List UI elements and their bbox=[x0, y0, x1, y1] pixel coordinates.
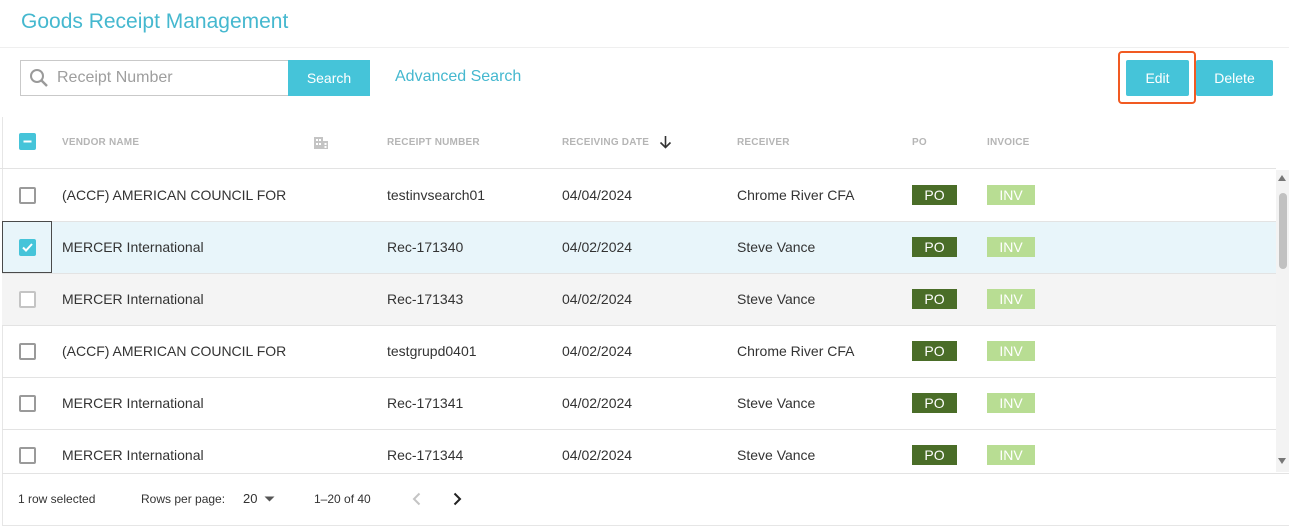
table-row[interactable]: (ACCF) AMERICAN COUNCIL FOR testinvsearc… bbox=[2, 170, 1276, 222]
receiver-cell: Steve Vance bbox=[737, 239, 816, 255]
receiving-date-cell: 04/02/2024 bbox=[562, 343, 633, 359]
row-checkbox[interactable] bbox=[19, 187, 36, 204]
scroll-up-arrow-icon[interactable] bbox=[1278, 175, 1286, 181]
vendor-cell: MERCER International bbox=[62, 291, 204, 307]
page-title: Goods Receipt Management bbox=[21, 10, 289, 33]
po-badge[interactable]: PO bbox=[912, 185, 957, 205]
previous-page-icon[interactable] bbox=[411, 492, 423, 506]
receipt-number-cell: Rec-171340 bbox=[387, 239, 464, 255]
rows-per-page-label: Rows per page: bbox=[141, 492, 226, 506]
vendor-cell: MERCER International bbox=[62, 447, 204, 463]
column-header-invoice[interactable]: INVOICE bbox=[987, 137, 1030, 148]
sort-descending-icon[interactable] bbox=[659, 135, 672, 149]
table-row[interactable]: MERCER International Rec-171341 04/02/20… bbox=[2, 378, 1276, 430]
vendor-cell: (ACCF) AMERICAN COUNCIL FOR bbox=[62, 187, 287, 203]
search-box[interactable] bbox=[20, 60, 289, 96]
vendor-cell: MERCER International bbox=[62, 239, 204, 255]
po-badge[interactable]: PO bbox=[912, 393, 957, 413]
checkbox-focus-outline bbox=[2, 221, 52, 273]
column-header-receiver[interactable]: RECEIVER bbox=[737, 137, 790, 148]
receipt-number-cell: testinvsearch01 bbox=[387, 187, 486, 203]
table-row[interactable]: MERCER International Rec-171344 04/02/20… bbox=[2, 430, 1276, 473]
receiving-date-cell: 04/02/2024 bbox=[562, 395, 633, 411]
column-header-po[interactable]: PO bbox=[912, 137, 927, 148]
receiving-date-cell: 04/02/2024 bbox=[562, 447, 633, 463]
row-checkbox[interactable] bbox=[19, 343, 36, 360]
vendor-cell: MERCER International bbox=[62, 395, 204, 411]
row-checkbox[interactable] bbox=[19, 395, 36, 412]
row-checkbox[interactable] bbox=[19, 291, 36, 308]
indeterminate-icon bbox=[23, 140, 32, 143]
row-checkbox[interactable] bbox=[19, 447, 36, 464]
select-all-checkbox[interactable] bbox=[19, 133, 36, 150]
po-badge[interactable]: PO bbox=[912, 445, 957, 465]
receiver-cell: Steve Vance bbox=[737, 291, 816, 307]
receiver-cell: Chrome River CFA bbox=[737, 343, 855, 359]
search-icon bbox=[30, 69, 48, 87]
receiving-date-cell: 04/04/2024 bbox=[562, 187, 633, 203]
scroll-down-arrow-icon[interactable] bbox=[1278, 458, 1286, 464]
table-row[interactable]: (ACCF) AMERICAN COUNCIL FOR testgrupd040… bbox=[2, 326, 1276, 378]
receiving-date-cell: 04/02/2024 bbox=[562, 239, 633, 255]
po-badge[interactable]: PO bbox=[912, 237, 957, 257]
title-divider bbox=[0, 47, 1289, 48]
invoice-badge[interactable]: INV bbox=[987, 185, 1035, 205]
building-icon[interactable] bbox=[313, 134, 329, 150]
receiver-cell: Steve Vance bbox=[737, 395, 816, 411]
table-row[interactable]: MERCER International Rec-171340 04/02/20… bbox=[2, 222, 1276, 274]
receiver-cell: Steve Vance bbox=[737, 447, 816, 463]
column-header-receipt-number[interactable]: RECEIPT NUMBER bbox=[387, 137, 480, 148]
column-header-receiving-date[interactable]: RECEIVING DATE bbox=[562, 137, 649, 148]
scrollbar-thumb[interactable] bbox=[1279, 193, 1287, 269]
invoice-badge[interactable]: INV bbox=[987, 393, 1035, 413]
next-page-icon[interactable] bbox=[451, 492, 463, 506]
receipt-number-cell: Rec-171344 bbox=[387, 447, 464, 463]
receiving-date-cell: 04/02/2024 bbox=[562, 291, 633, 307]
table-row[interactable]: MERCER International Rec-171343 04/02/20… bbox=[2, 274, 1276, 326]
invoice-badge[interactable]: INV bbox=[987, 445, 1035, 465]
invoice-badge[interactable]: INV bbox=[987, 237, 1035, 257]
receipt-number-cell: testgrupd0401 bbox=[387, 343, 477, 359]
search-button[interactable]: Search bbox=[288, 60, 370, 96]
edit-button[interactable]: Edit bbox=[1126, 60, 1189, 96]
delete-button[interactable]: Delete bbox=[1196, 60, 1273, 96]
receipt-number-cell: Rec-171341 bbox=[387, 395, 464, 411]
rows-per-page-select[interactable]: 20 bbox=[243, 491, 257, 506]
dropdown-arrow-icon[interactable] bbox=[264, 496, 275, 502]
invoice-badge[interactable]: INV bbox=[987, 341, 1035, 361]
column-header-vendor[interactable]: VENDOR NAME bbox=[62, 137, 139, 148]
receipt-number-cell: Rec-171343 bbox=[387, 291, 464, 307]
pagination-range: 1–20 of 40 bbox=[314, 492, 371, 506]
receiver-cell: Chrome River CFA bbox=[737, 187, 855, 203]
vendor-cell: (ACCF) AMERICAN COUNCIL FOR bbox=[62, 343, 287, 359]
invoice-badge[interactable]: INV bbox=[987, 289, 1035, 309]
advanced-search-link[interactable]: Advanced Search bbox=[395, 68, 521, 86]
po-badge[interactable]: PO bbox=[912, 341, 957, 361]
search-input[interactable] bbox=[57, 61, 285, 95]
selection-count: 1 row selected bbox=[18, 492, 96, 506]
po-badge[interactable]: PO bbox=[912, 289, 957, 309]
